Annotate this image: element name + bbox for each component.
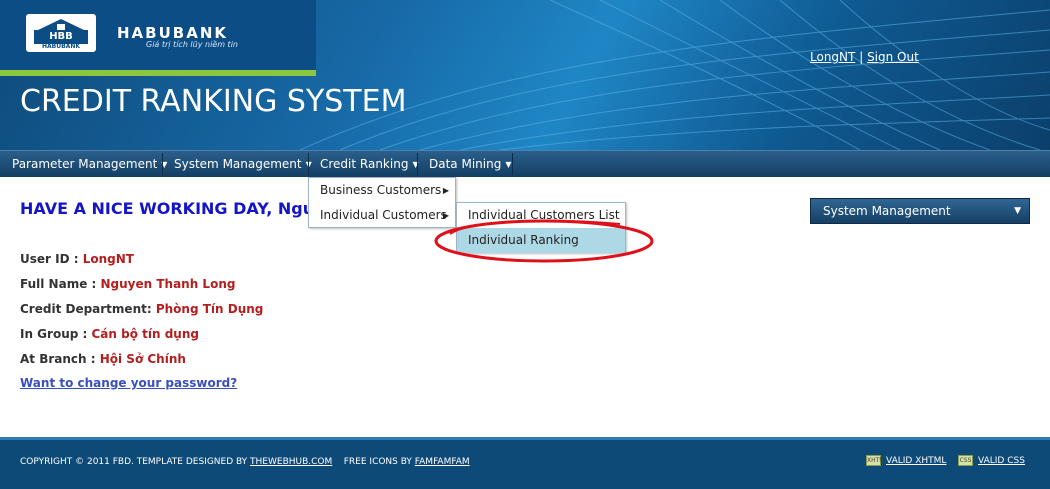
user-links-separator: | — [859, 50, 864, 64]
menu-item-label: Individual Customers — [320, 208, 447, 222]
nav-item-system-management[interactable]: System Management▼ — [162, 151, 312, 177]
main-nav: Parameter Management▼ System Management▼… — [0, 150, 1050, 177]
nav-item-parameter-management[interactable]: Parameter Management ▼ — [0, 151, 167, 177]
habubank-logo: HBB HABUBANK — [26, 14, 96, 52]
valid-xhtml-link[interactable]: VALID XHTML — [886, 456, 946, 466]
info-value: Hội Sở Chính — [99, 352, 186, 366]
info-full-name: Full Name : Nguyen Thanh Long — [20, 277, 235, 291]
user-profile-link[interactable]: LongNT — [810, 50, 855, 64]
icons-credit-text: FREE ICONS BY — [343, 457, 415, 467]
info-label: At Branch : — [20, 352, 100, 366]
icons-link[interactable]: FAMFAMFAM — [415, 457, 470, 467]
nav-item-credit-ranking[interactable]: Credit Ranking ▼ — [308, 151, 419, 177]
header-background-decoration — [300, 0, 1050, 150]
page-header: HBB HABUBANK HABUBANK Giá trị tích lũy n… — [0, 0, 1050, 150]
copyright-text: COPYRIGHT © 2011 FBD. TEMPLATE DESIGNED … — [20, 457, 251, 467]
nav-item-label: Data Mining — [429, 157, 502, 171]
info-credit-department: Credit Department: Phòng Tín Dụng — [20, 302, 263, 316]
chevron-right-icon: ▶ — [442, 186, 449, 195]
info-label: User ID : — [20, 252, 83, 266]
info-group: In Group : Cán bộ tín dụng — [20, 327, 199, 341]
xhtml-badge-icon: XHTML — [866, 455, 888, 466]
nav-item-label: System Management — [174, 157, 302, 171]
info-branch: At Branch : Hội Sở Chính — [20, 352, 186, 366]
menu-item-business-customers[interactable]: Business Customers ▶ — [309, 178, 455, 203]
system-management-select[interactable]: System Management ▼ — [810, 198, 1030, 224]
info-user-id: User ID : LongNT — [20, 252, 134, 266]
logo-area[interactable]: HBB HABUBANK HABUBANK Giá trị tích lũy n… — [0, 0, 316, 70]
info-value: Cán bộ tín dụng — [91, 327, 199, 341]
info-value: Nguyen Thanh Long — [100, 277, 236, 291]
accent-bar — [0, 70, 316, 76]
chevron-down-icon: ▼ — [1014, 206, 1021, 216]
sign-out-link[interactable]: Sign Out — [867, 50, 919, 64]
page-title: CREDIT RANKING SYSTEM — [20, 84, 407, 119]
user-links: LongNT | Sign Out — [810, 50, 919, 64]
logo-sub-text: HABUBANK — [42, 43, 80, 50]
valid-css: CSS VALID CSS — [958, 455, 1025, 466]
valid-css-link[interactable]: VALID CSS — [978, 456, 1025, 466]
page-footer: COPYRIGHT © 2011 FBD. TEMPLATE DESIGNED … — [0, 437, 1050, 489]
nav-item-label: Credit Ranking — [320, 157, 409, 171]
logo-mark-text: HBB — [34, 30, 88, 44]
select-value: System Management — [823, 204, 951, 218]
brand-slogan: Giá trị tích lũy niềm tin — [146, 40, 238, 49]
nav-divider — [512, 153, 513, 175]
css-badge-icon: CSS — [958, 455, 973, 466]
welcome-heading: HAVE A NICE WORKING DAY, Nguyen Thanh Lo… — [20, 199, 308, 218]
valid-xhtml: XHTML VALID XHTML — [866, 455, 946, 466]
change-password-link[interactable]: Want to change your password? — [20, 376, 237, 390]
info-label: Credit Department: — [20, 302, 156, 316]
chevron-down-icon: ▼ — [505, 160, 512, 169]
menu-item-label: Business Customers — [320, 183, 442, 197]
nav-item-label: Parameter Management — [12, 157, 158, 171]
info-value: LongNT — [82, 252, 134, 266]
nav-item-data-mining[interactable]: Data Mining ▼ — [417, 151, 511, 177]
highlight-ellipse-annotation — [434, 219, 654, 263]
info-label: Full Name : — [20, 277, 101, 291]
template-link[interactable]: THEWEBHUB.COM — [250, 457, 332, 467]
info-label: In Group : — [20, 327, 92, 341]
info-value: Phòng Tín Dụng — [155, 302, 264, 316]
footer-credits: COPYRIGHT © 2011 FBD. TEMPLATE DESIGNED … — [20, 457, 470, 467]
